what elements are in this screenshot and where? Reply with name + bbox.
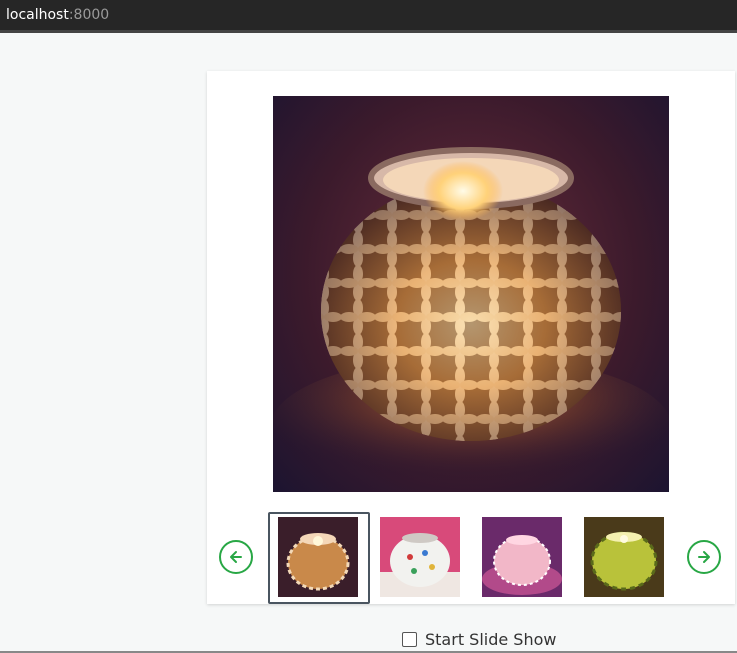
slideshow-label: Start Slide Show	[425, 629, 557, 649]
slideshow-checkbox[interactable]	[402, 631, 417, 647]
thumbnail-4[interactable]	[584, 517, 664, 597]
prev-button[interactable]	[219, 540, 253, 574]
amber-flower-candle-holder-thumbnail-icon	[278, 517, 358, 597]
candle-holder-photo-icon	[273, 147, 669, 492]
thumbnail-2[interactable]	[380, 517, 460, 597]
thumbnail-1[interactable]	[268, 512, 370, 604]
green-mosaic-candle-holder-thumbnail-icon	[584, 517, 664, 597]
pink-mosaic-candle-holder-thumbnail-icon	[482, 517, 562, 597]
arrow-left-icon	[230, 551, 242, 563]
next-button[interactable]	[687, 540, 721, 574]
browser-address-bar[interactable]: localhost:8000	[0, 0, 737, 33]
gallery-card	[207, 71, 735, 604]
address-host: localhost	[6, 7, 69, 23]
white-mosaic-candle-holder-thumbnail-icon	[380, 517, 460, 597]
arrow-right-icon	[698, 551, 710, 563]
thumbnail-3[interactable]	[482, 517, 562, 597]
slideshow-toggle[interactable]: Start Slide Show	[402, 629, 556, 649]
main-image	[273, 96, 669, 492]
address-port: :8000	[68, 7, 110, 23]
